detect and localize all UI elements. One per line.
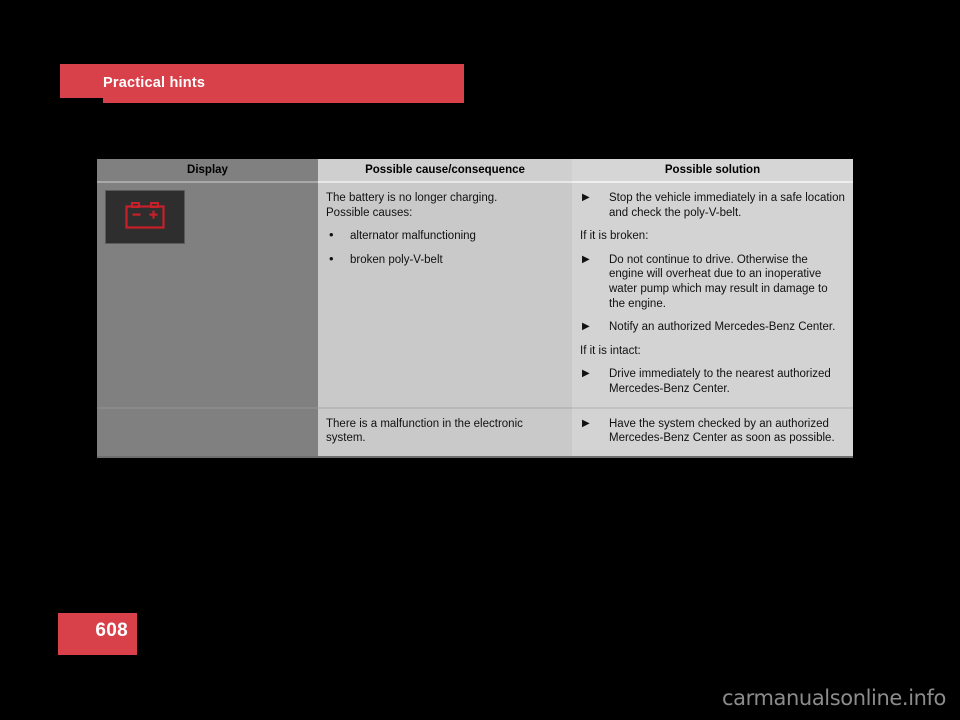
triangle-bullet-icon: ▶ (582, 368, 590, 380)
list-item: • alternator malfunctioning (326, 227, 562, 244)
cause-intro-line-1: The battery is no longer charging. (326, 192, 498, 204)
page-number-label: 608 (95, 620, 128, 641)
list-item: ▶ Stop the vehicle immediately in a safe… (580, 191, 845, 220)
list-item-label: Do not continue to drive. Otherwise the … (609, 253, 828, 310)
column-header-solution-label: Possible solution (664, 164, 761, 176)
list-item: ▶ Drive immediately to the nearest autho… (580, 367, 845, 396)
table-row: There is a malfunction in the electronic… (97, 408, 853, 456)
triangle-bullet-icon: ▶ (582, 253, 590, 265)
cause-text: There is a malfunction in the electronic… (326, 417, 523, 445)
triangle-bullet-icon: ▶ (582, 192, 590, 203)
solution-step-list-1: ▶ Stop the vehicle immediately in a safe… (580, 191, 845, 220)
column-header-cause: Possible cause/consequence (318, 159, 572, 181)
cause-intro-line-2: Possible causes: (326, 206, 413, 219)
triangle-bullet-icon: ▶ (582, 417, 590, 429)
section-header-banner: Practical hints (60, 64, 464, 103)
list-item-label: Stop the vehicle immediately in a safe l… (609, 192, 845, 219)
table-bottom-border-solution (572, 455, 853, 458)
column-header-solution: Possible solution (572, 159, 853, 181)
cell-solution: ▶ Stop the vehicle immediately in a safe… (572, 183, 853, 407)
solution-step-list-1: ▶ Have the system checked by an authoriz… (580, 417, 845, 446)
table-header-row: Display Possible cause/consequence Possi… (97, 159, 853, 181)
list-item-label: broken poly-V-belt (350, 253, 443, 266)
practical-hints-table: Display Possible cause/consequence Possi… (97, 159, 853, 458)
list-item-label: Notify an authorized Mercedes-Benz Cente… (609, 321, 836, 334)
list-item: ▶ Notify an authorized Mercedes-Benz Cen… (580, 320, 845, 335)
bullet-dot-icon: • (329, 250, 334, 266)
bullet-dot-icon: • (329, 227, 334, 243)
cell-display (97, 183, 318, 407)
table-bottom-border-cause (318, 455, 572, 458)
column-header-display: Display (97, 159, 318, 181)
solution-step-list-3: ▶ Drive immediately to the nearest autho… (580, 367, 845, 396)
cell-cause: The battery is no longer charging. Possi… (318, 183, 572, 407)
section-header-notch (60, 64, 104, 98)
cell-solution: ▶ Have the system checked by an authoriz… (572, 408, 853, 456)
column-header-display-label: Display (187, 164, 228, 176)
solution-step-list-2: ▶ Do not continue to drive. Otherwise th… (580, 253, 845, 335)
table-bottom-border (97, 455, 853, 458)
list-item: ▶ Do not continue to drive. Otherwise th… (580, 253, 845, 311)
solution-condition-2: If it is intact: (580, 344, 641, 357)
solution-condition-1: If it is broken: (580, 230, 649, 243)
triangle-bullet-icon: ▶ (582, 321, 590, 333)
battery-warning-icon (105, 190, 185, 244)
list-item-label: Have the system checked by an authorized… (609, 417, 835, 445)
table-row: The battery is no longer charging. Possi… (97, 183, 853, 407)
list-item-label: Drive immediately to the nearest authori… (609, 368, 831, 395)
cell-cause: There is a malfunction in the electronic… (318, 408, 572, 456)
column-header-cause-label: Possible cause/consequence (365, 164, 525, 176)
cause-bullet-list: • alternator malfunctioning • broken pol… (326, 227, 562, 268)
section-title: Practical hints (103, 75, 206, 91)
list-item: • broken poly-V-belt (326, 250, 562, 268)
table-bottom-border-display (97, 455, 318, 458)
battery-warning-icon-glyph (125, 202, 165, 229)
watermark: carmanualsonline.info (722, 686, 946, 710)
page-number-block: 608 (58, 613, 137, 655)
list-item: ▶ Have the system checked by an authoriz… (580, 417, 845, 446)
list-item-label: alternator malfunctioning (350, 230, 476, 243)
cell-display (97, 408, 318, 456)
